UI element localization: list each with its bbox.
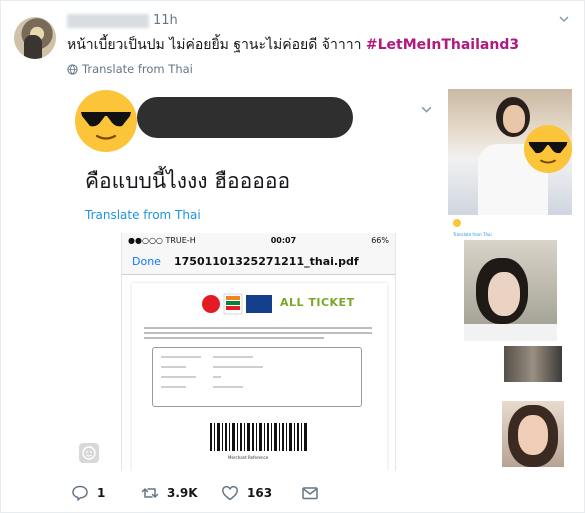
envelope-icon xyxy=(302,487,318,500)
clock-label: 00:07 xyxy=(270,236,297,245)
chevron-down-icon xyxy=(421,106,432,113)
text-line xyxy=(161,366,186,368)
sunglasses-icon xyxy=(81,112,131,140)
redacted-name-bar xyxy=(137,97,353,138)
sunglasses-icon xyxy=(528,142,568,164)
reply-button[interactable]: 1 xyxy=(71,484,141,502)
face-shape xyxy=(503,105,525,133)
side-translate-link: Translate from Thai xyxy=(453,232,492,237)
text-line xyxy=(213,376,221,378)
retweet-count: 3.9K xyxy=(167,486,198,500)
text-line xyxy=(213,356,253,358)
tweet-body: หน้าเบี้ยวเป็นปม ไม่ค่อยยิ้ม ฐานะไม่ค่อย… xyxy=(67,37,366,53)
pdf-nav-bar: Done 17501101325271211_thai.pdf xyxy=(122,248,395,275)
ticket-brand-label: ALL TICKET xyxy=(280,296,355,309)
booking-info-box xyxy=(152,347,362,407)
side-photo-middle[interactable] xyxy=(464,240,557,341)
like-count: 163 xyxy=(247,486,273,500)
side-photo-top[interactable] xyxy=(448,89,572,215)
hashtag-link[interactable]: #LetMeInThailand3 xyxy=(366,37,519,53)
main-image[interactable]: คือแบบนี้ไงงง ฮือออออ Translate from Tha… xyxy=(67,83,442,471)
sunglasses-emoji xyxy=(524,125,572,173)
small-emoji-icon xyxy=(453,219,461,227)
quoted-text: คือแบบนี้ไงงง ฮือออออ xyxy=(85,169,291,193)
phone-screenshot: ●●○○○ TRUE-H 00:07 66% Done 175011013252… xyxy=(121,233,396,471)
battery-label: 66% xyxy=(371,236,389,245)
like-button[interactable]: 163 xyxy=(221,484,301,502)
status-bar: ●●○○○ TRUE-H 00:07 66% xyxy=(122,233,395,248)
tweet-text: หน้าเบี้ยวเป็นปม ไม่ค่อยยิ้ม ฐานะไม่ค่อย… xyxy=(67,34,519,56)
shirt-shape xyxy=(464,324,557,341)
text-line xyxy=(144,327,372,329)
globe-icon xyxy=(67,63,78,75)
carrier-label: ●●○○○ TRUE-H xyxy=(128,236,196,245)
reply-icon xyxy=(72,485,88,501)
barcode-label: Merchant Reference xyxy=(228,455,269,460)
chevron-down-icon[interactable] xyxy=(558,13,570,25)
tweet-actions: 1 3.9K 163 xyxy=(71,484,319,502)
side-photo-bottom[interactable] xyxy=(502,401,564,467)
face-shape xyxy=(518,415,548,455)
quoted-translate-link: Translate from Thai xyxy=(85,208,201,222)
done-button: Done xyxy=(132,254,161,268)
text-line xyxy=(161,356,201,358)
text-line xyxy=(161,386,186,388)
emoji-badge xyxy=(79,443,99,463)
face-shape xyxy=(488,272,520,316)
translate-button[interactable]: Translate from Thai xyxy=(67,62,193,76)
text-line xyxy=(144,332,372,334)
tweet-timestamp[interactable]: 11h xyxy=(153,13,178,28)
barcode xyxy=(210,423,307,451)
sunglasses-emoji xyxy=(75,90,137,152)
direct-message-button[interactable] xyxy=(301,484,319,502)
side-photo-small[interactable] xyxy=(504,346,562,382)
blurred-username[interactable] xyxy=(67,14,149,28)
pdf-title: 17501101325271211_thai.pdf xyxy=(174,254,359,268)
pdf-page: ALL TICKET Merchant Reference xyxy=(132,283,387,471)
text-line xyxy=(144,337,324,339)
retweet-icon xyxy=(141,488,159,498)
avatar[interactable] xyxy=(14,17,56,59)
reply-count: 1 xyxy=(97,486,106,500)
heart-icon xyxy=(222,485,238,501)
retweet-button[interactable]: 3.9K xyxy=(141,484,221,502)
smiley-icon xyxy=(82,446,96,460)
text-line xyxy=(213,366,263,368)
translate-label: Translate from Thai xyxy=(82,62,193,76)
text-line xyxy=(161,376,196,378)
text-line xyxy=(213,386,243,388)
tweet-card: 11h หน้าเบี้ยวเป็นปม ไม่ค่อยยิ้ม ฐานะไม่… xyxy=(0,0,585,513)
